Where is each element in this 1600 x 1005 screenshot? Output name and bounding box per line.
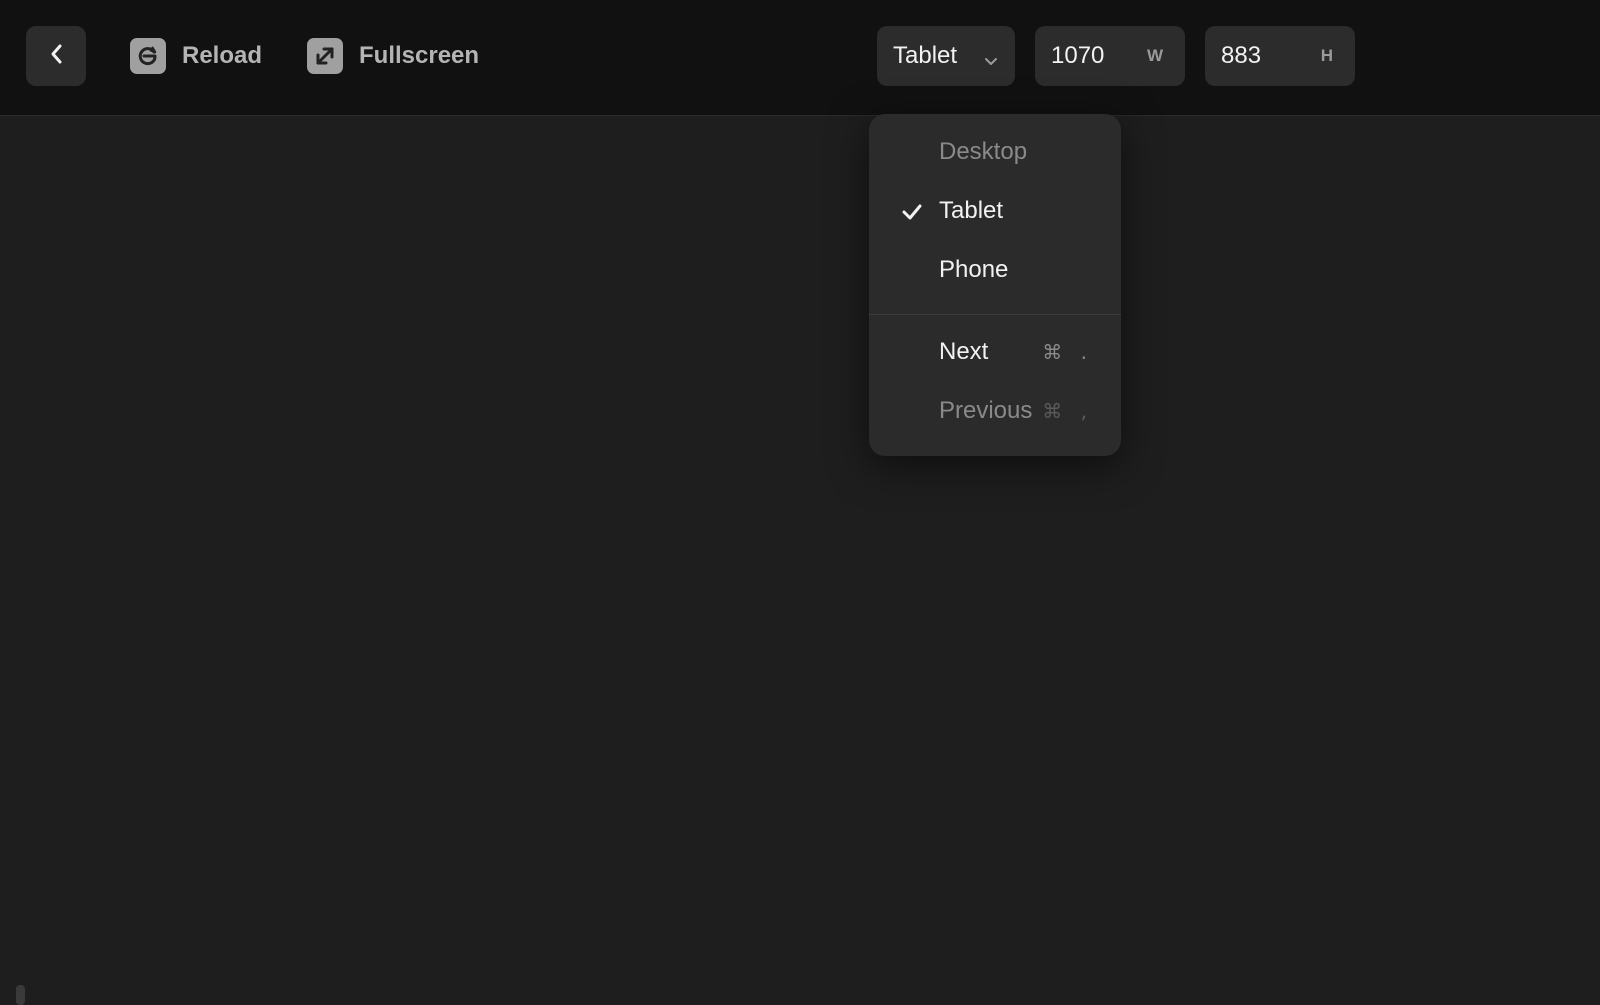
menu-item-label: Previous (939, 397, 1033, 424)
menu-item-label: Phone (939, 256, 1009, 283)
menu-item-label: Tablet (939, 197, 1004, 224)
chevron-left-icon (49, 43, 63, 70)
menu-item-next[interactable]: Next ⌘ . (869, 324, 1121, 380)
device-dropdown-menu: Desktop Tablet Phone Next ⌘ . Previous ⌘… (869, 114, 1121, 456)
expand-icon (307, 38, 343, 74)
shortcut-hint: ⌘ , (1042, 399, 1093, 423)
height-unit-label: H (1320, 46, 1333, 65)
menu-item-phone[interactable]: Phone (869, 242, 1121, 298)
back-button[interactable] (26, 26, 86, 86)
height-input[interactable] (1221, 42, 1301, 70)
reload-label: Reload (182, 42, 263, 69)
shortcut-hint: ⌘ . (1042, 340, 1093, 364)
width-unit-label: W (1146, 46, 1163, 65)
device-select[interactable]: Tablet (877, 26, 1015, 86)
menu-item-label: Desktop (939, 138, 1028, 165)
menu-item-label: Next (939, 338, 989, 365)
top-toolbar: Reload Fullscreen Tablet W H (0, 0, 1600, 116)
menu-item-previous[interactable]: Previous ⌘ , (869, 383, 1121, 439)
width-field[interactable]: W (1035, 26, 1185, 86)
fullscreen-label: Fullscreen (359, 42, 480, 69)
height-field[interactable]: H (1205, 26, 1355, 86)
scrollbar-handle[interactable] (16, 985, 25, 1005)
checkmark-icon (901, 201, 923, 229)
fullscreen-button[interactable]: Fullscreen (307, 36, 479, 76)
device-select-value: Tablet (893, 42, 958, 69)
chevron-down-icon (983, 48, 999, 76)
menu-item-tablet[interactable]: Tablet (869, 183, 1121, 239)
menu-item-desktop[interactable]: Desktop (869, 124, 1121, 180)
reload-button[interactable]: Reload (130, 36, 262, 76)
width-input[interactable] (1051, 42, 1131, 70)
menu-divider (869, 314, 1121, 315)
reload-icon (130, 38, 166, 74)
